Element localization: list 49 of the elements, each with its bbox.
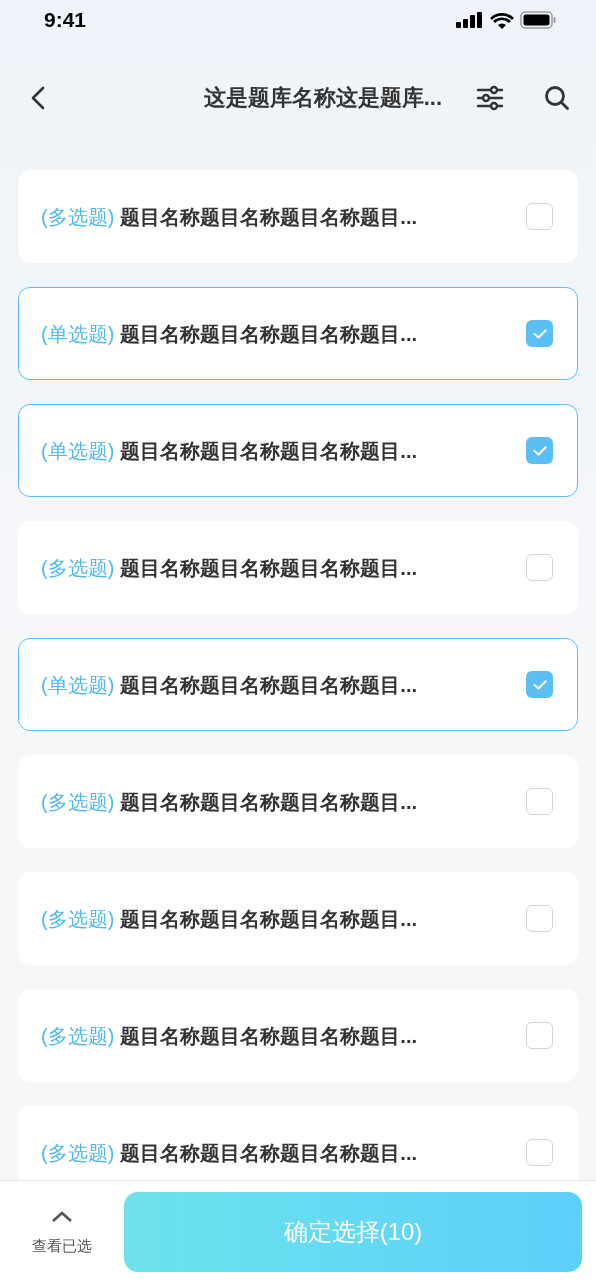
question-title: 题目名称题目名称题目名称题目... bbox=[120, 1023, 418, 1049]
question-card[interactable]: (多选题) 题目名称题目名称题目名称题目... bbox=[18, 755, 578, 848]
check-icon bbox=[532, 445, 547, 456]
checkbox[interactable] bbox=[526, 905, 553, 932]
checkbox[interactable] bbox=[526, 1139, 553, 1166]
checkbox[interactable] bbox=[526, 788, 553, 815]
question-title: 题目名称题目名称题目名称题目... bbox=[120, 438, 418, 464]
check-icon bbox=[532, 328, 547, 339]
question-type: (多选题) bbox=[41, 789, 115, 815]
view-selected-label: 查看已选 bbox=[32, 1236, 92, 1257]
question-card[interactable]: (多选题) 题目名称题目名称题目名称题目... bbox=[18, 1106, 578, 1180]
question-title: 题目名称题目名称题目名称题目... bbox=[120, 555, 418, 581]
page-title: 这是题库名称这是题库... bbox=[203, 84, 442, 112]
checkbox[interactable] bbox=[526, 437, 553, 464]
question-title: 题目名称题目名称题目名称题目... bbox=[120, 672, 418, 698]
question-type: (单选题) bbox=[41, 672, 115, 698]
filter-icon[interactable] bbox=[476, 84, 504, 111]
question-title: 题目名称题目名称题目名称题目... bbox=[120, 906, 418, 932]
checkbox[interactable] bbox=[526, 320, 553, 347]
question-title: 题目名称题目名称题目名称题目... bbox=[120, 1140, 418, 1166]
check-icon bbox=[532, 679, 547, 690]
question-type: (单选题) bbox=[41, 438, 115, 464]
question-type: (多选题) bbox=[41, 1140, 115, 1166]
question-card[interactable]: (多选题) 题目名称题目名称题目名称题目... bbox=[18, 521, 578, 614]
search-icon[interactable] bbox=[544, 84, 570, 111]
checkbox[interactable] bbox=[526, 671, 553, 698]
chevron-up-icon bbox=[51, 1211, 73, 1224]
question-type: (多选题) bbox=[41, 1023, 115, 1049]
question-card[interactable]: (多选题) 题目名称题目名称题目名称题目... bbox=[18, 989, 578, 1082]
question-card[interactable]: (单选题) 题目名称题目名称题目名称题目... bbox=[18, 638, 578, 731]
checkbox[interactable] bbox=[526, 554, 553, 581]
question-type: (单选题) bbox=[41, 321, 115, 347]
checkbox[interactable] bbox=[526, 203, 553, 230]
question-title: 题目名称题目名称题目名称题目... bbox=[120, 321, 418, 347]
checkbox[interactable] bbox=[526, 1022, 553, 1049]
wifi-icon bbox=[490, 11, 514, 29]
signal-icon bbox=[456, 12, 484, 28]
question-card[interactable]: (单选题) 题目名称题目名称题目名称题目... bbox=[18, 404, 578, 497]
view-selected-button[interactable]: 查看已选 bbox=[0, 1181, 124, 1282]
question-title: 题目名称题目名称题目名称题目... bbox=[120, 789, 418, 815]
question-card[interactable]: (多选题) 题目名称题目名称题目名称题目... bbox=[18, 170, 578, 263]
question-title: 题目名称题目名称题目名称题目... bbox=[120, 204, 418, 230]
battery-icon bbox=[520, 11, 556, 29]
status-time: 9:41 bbox=[44, 7, 87, 34]
question-card[interactable]: (单选题) 题目名称题目名称题目名称题目... bbox=[18, 287, 578, 380]
question-card[interactable]: (多选题) 题目名称题目名称题目名称题目... bbox=[18, 872, 578, 965]
question-type: (多选题) bbox=[41, 555, 115, 581]
question-type: (多选题) bbox=[41, 906, 115, 932]
question-type: (多选题) bbox=[41, 204, 115, 230]
